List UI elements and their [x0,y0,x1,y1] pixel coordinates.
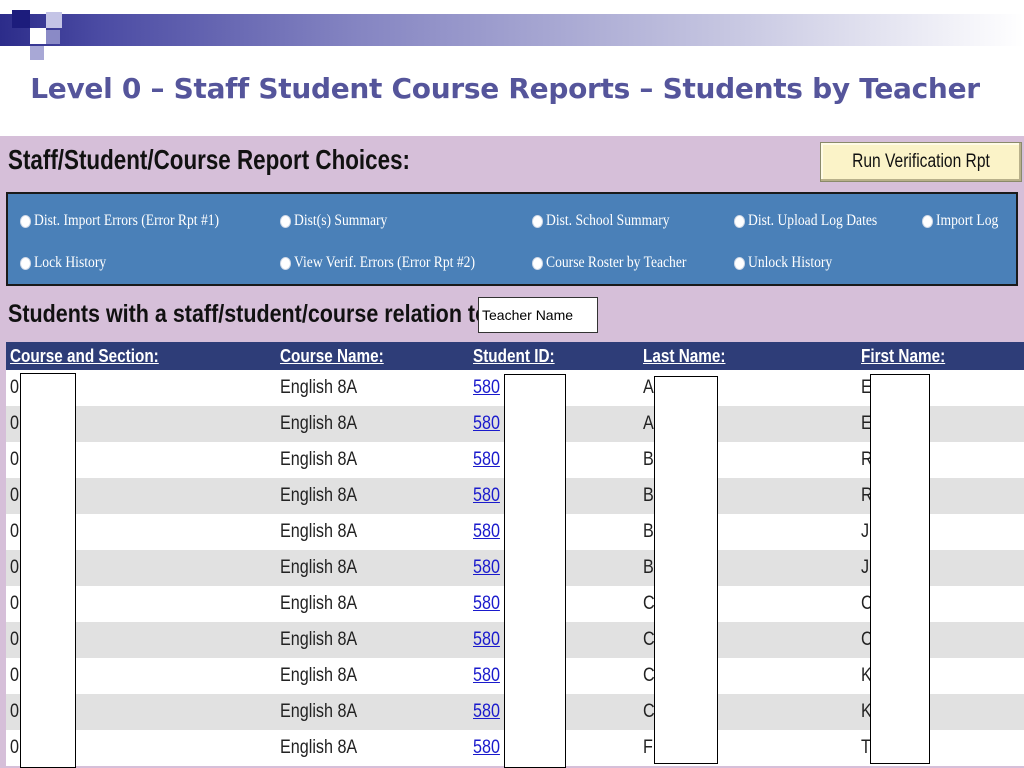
cell-last-name-text: C [643,665,655,686]
radio-button-icon[interactable] [734,214,745,228]
cell-first-name-text: J [861,521,870,542]
cell-course-name-text: English 8A [280,701,358,722]
cell-course-name-text: English 8A [280,521,358,542]
cell-course-section-text: 0 [10,629,19,650]
slide-deco-square [30,46,44,60]
cell-course-section-text: 0 [10,701,19,722]
cell-last-name-text: A [643,413,654,434]
cell-student-id-link-text[interactable]: 580 [473,737,500,759]
cell-last-name-text: C [643,701,655,722]
redaction-box [20,373,76,768]
cell-student-id-link-text[interactable]: 580 [473,593,500,615]
cell-course-name: English 8A [276,658,469,694]
slide-deco-square [12,10,30,28]
cell-course-name-text: English 8A [280,485,358,506]
cell-student-id-link-text[interactable]: 580 [473,557,500,579]
cell-last-name-text: A [643,377,654,398]
choice-lock-history[interactable]: Lock History [20,254,119,272]
cell-course-section-text: 0 [10,521,19,542]
slide-deco-square [46,30,60,44]
cell-course-section-text: 0 [10,737,19,758]
cell-course-name: English 8A [276,406,469,442]
cell-course-name: English 8A [276,622,469,658]
redaction-box [870,374,930,764]
choice-view-verif-errors[interactable]: View Verif. Errors (Error Rpt #2) [280,254,507,272]
column-header-first-name[interactable]: First Name: [857,342,1024,370]
cell-course-name: English 8A [276,730,469,766]
radio-button-icon[interactable] [532,214,543,228]
cell-student-id-link-text[interactable]: 580 [473,449,500,471]
column-header-last-name[interactable]: Last Name: [639,342,857,370]
redaction-box [654,376,718,764]
cell-course-section-text: 0 [10,377,19,398]
choice-unlock-history[interactable]: Unlock History [734,254,847,272]
cell-last-name-text: B [643,521,654,542]
cell-course-name-text: English 8A [280,377,358,398]
cell-last-name-text: F [643,737,653,758]
cell-student-id-link-text[interactable]: 580 [473,377,500,399]
cell-last-name-text: C [643,593,655,614]
choice-dist-import-errors[interactable]: Dist. Import Errors (Error Rpt #1) [20,212,252,230]
cell-student-id-link-text[interactable]: 580 [473,629,500,651]
cell-course-section-text: 0 [10,449,19,470]
cell-student-id-link-text[interactable]: 580 [473,485,500,507]
cell-course-name-text: English 8A [280,629,358,650]
cell-course-name: English 8A [276,514,469,550]
cell-course-name: English 8A [276,586,469,622]
teacher-name-input[interactable] [478,297,598,333]
radio-button-icon[interactable] [20,214,31,228]
column-header-course-section[interactable]: Course and Section: [6,342,276,370]
cell-student-id-link-text[interactable]: 580 [473,665,500,687]
choice-dist-school-summary[interactable]: Dist. School Summary [532,212,691,230]
cell-course-name-text: English 8A [280,557,358,578]
report-choices-panel: Dist. Import Errors (Error Rpt #1) Dist(… [6,192,1018,286]
slide-header-gradient-bar [0,14,1024,46]
cell-course-section-text: 0 [10,557,19,578]
slide-deco-square [46,12,62,28]
slide-deco-square [30,28,46,44]
choice-dists-summary[interactable]: Dist(s) Summary [280,212,404,230]
radio-button-icon[interactable] [280,256,291,270]
cell-last-name-text: B [643,557,654,578]
column-header-course-name[interactable]: Course Name: [276,342,469,370]
cell-last-name-text: B [643,449,654,470]
report-screenshot: Staff/Student/Course Report Choices: Run… [0,136,1024,768]
cell-course-name-text: English 8A [280,449,358,470]
cell-student-id-link-text[interactable]: 580 [473,521,500,543]
cell-student-id-link-text[interactable]: 580 [473,413,500,435]
cell-course-name: English 8A [276,694,469,730]
cell-course-section-text: 0 [10,485,19,506]
cell-course-section-text: 0 [10,665,19,686]
cell-student-id-link-text[interactable]: 580 [473,701,500,723]
run-verification-button[interactable]: Run Verification Rpt [820,142,1022,182]
report-choices-heading: Staff/Student/Course Report Choices: [8,144,410,175]
cell-course-name: English 8A [276,370,469,406]
cell-course-section-text: 0 [10,413,19,434]
slide-title: Level 0 – Staff Student Course Reports –… [30,72,980,105]
cell-course-section-text: 0 [10,593,19,614]
cell-course-name-text: English 8A [280,413,358,434]
cell-course-name: English 8A [276,478,469,514]
radio-button-icon[interactable] [922,214,933,228]
radio-button-icon[interactable] [532,256,543,270]
redaction-box [504,374,566,768]
cell-course-name-text: English 8A [280,593,358,614]
cell-course-name: English 8A [276,442,469,478]
cell-last-name-text: C [643,629,655,650]
column-header-student-id[interactable]: Student ID: [469,342,639,370]
choice-dist-upload-log-dates[interactable]: Dist. Upload Log Dates [734,212,900,230]
cell-first-name-text: J [861,557,870,578]
cell-last-name-text: B [643,485,654,506]
radio-button-icon[interactable] [734,256,745,270]
cell-course-name-text: English 8A [280,665,358,686]
cell-course-name-text: English 8A [280,737,358,758]
cell-course-name: English 8A [276,550,469,586]
relation-label: Students with a staff/student/course rel… [8,300,502,328]
choice-course-roster-by-teacher[interactable]: Course Roster by Teacher [532,254,711,272]
radio-button-icon[interactable] [280,214,291,228]
table-header-row: Course and Section: Course Name: Student… [6,342,1024,370]
choice-import-log[interactable]: Import Log [922,212,1009,230]
radio-button-icon[interactable] [20,256,31,270]
